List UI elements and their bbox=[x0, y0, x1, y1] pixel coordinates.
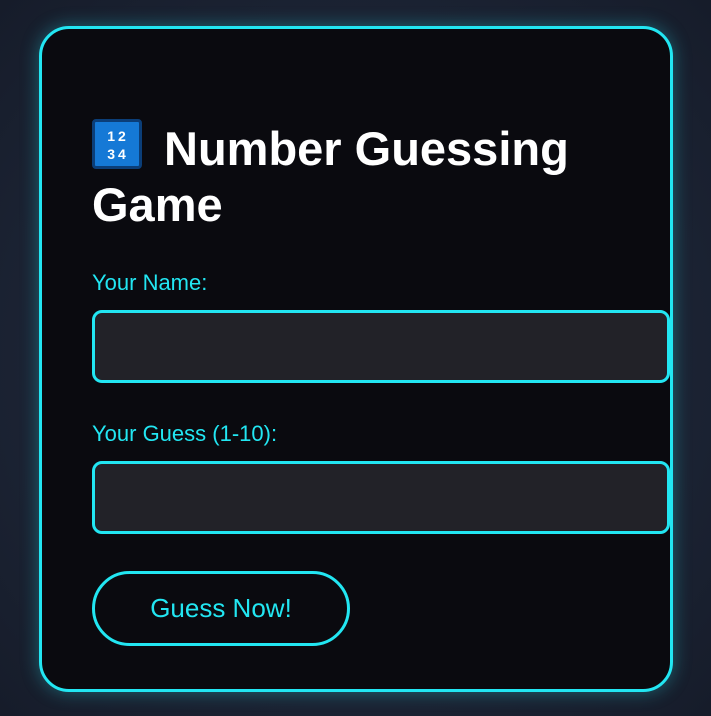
guess-label: Your Guess (1-10): bbox=[92, 421, 278, 446]
guess-input[interactable] bbox=[92, 461, 670, 534]
page-title-text: Number Guessing Game bbox=[92, 122, 569, 231]
guess-now-button[interactable]: Guess Now! bbox=[92, 571, 350, 646]
page-title: 12 34 Number Guessing Game bbox=[92, 119, 632, 233]
name-input[interactable] bbox=[92, 310, 670, 383]
icon-digits-bottom: 34 bbox=[107, 146, 129, 162]
icon-digits-top: 12 bbox=[107, 128, 129, 144]
name-label: Your Name: bbox=[92, 270, 208, 295]
input-numbers-icon: 12 34 bbox=[92, 119, 142, 169]
game-card: 12 34 Number Guessing Game Your Name: Your… bbox=[39, 26, 673, 692]
